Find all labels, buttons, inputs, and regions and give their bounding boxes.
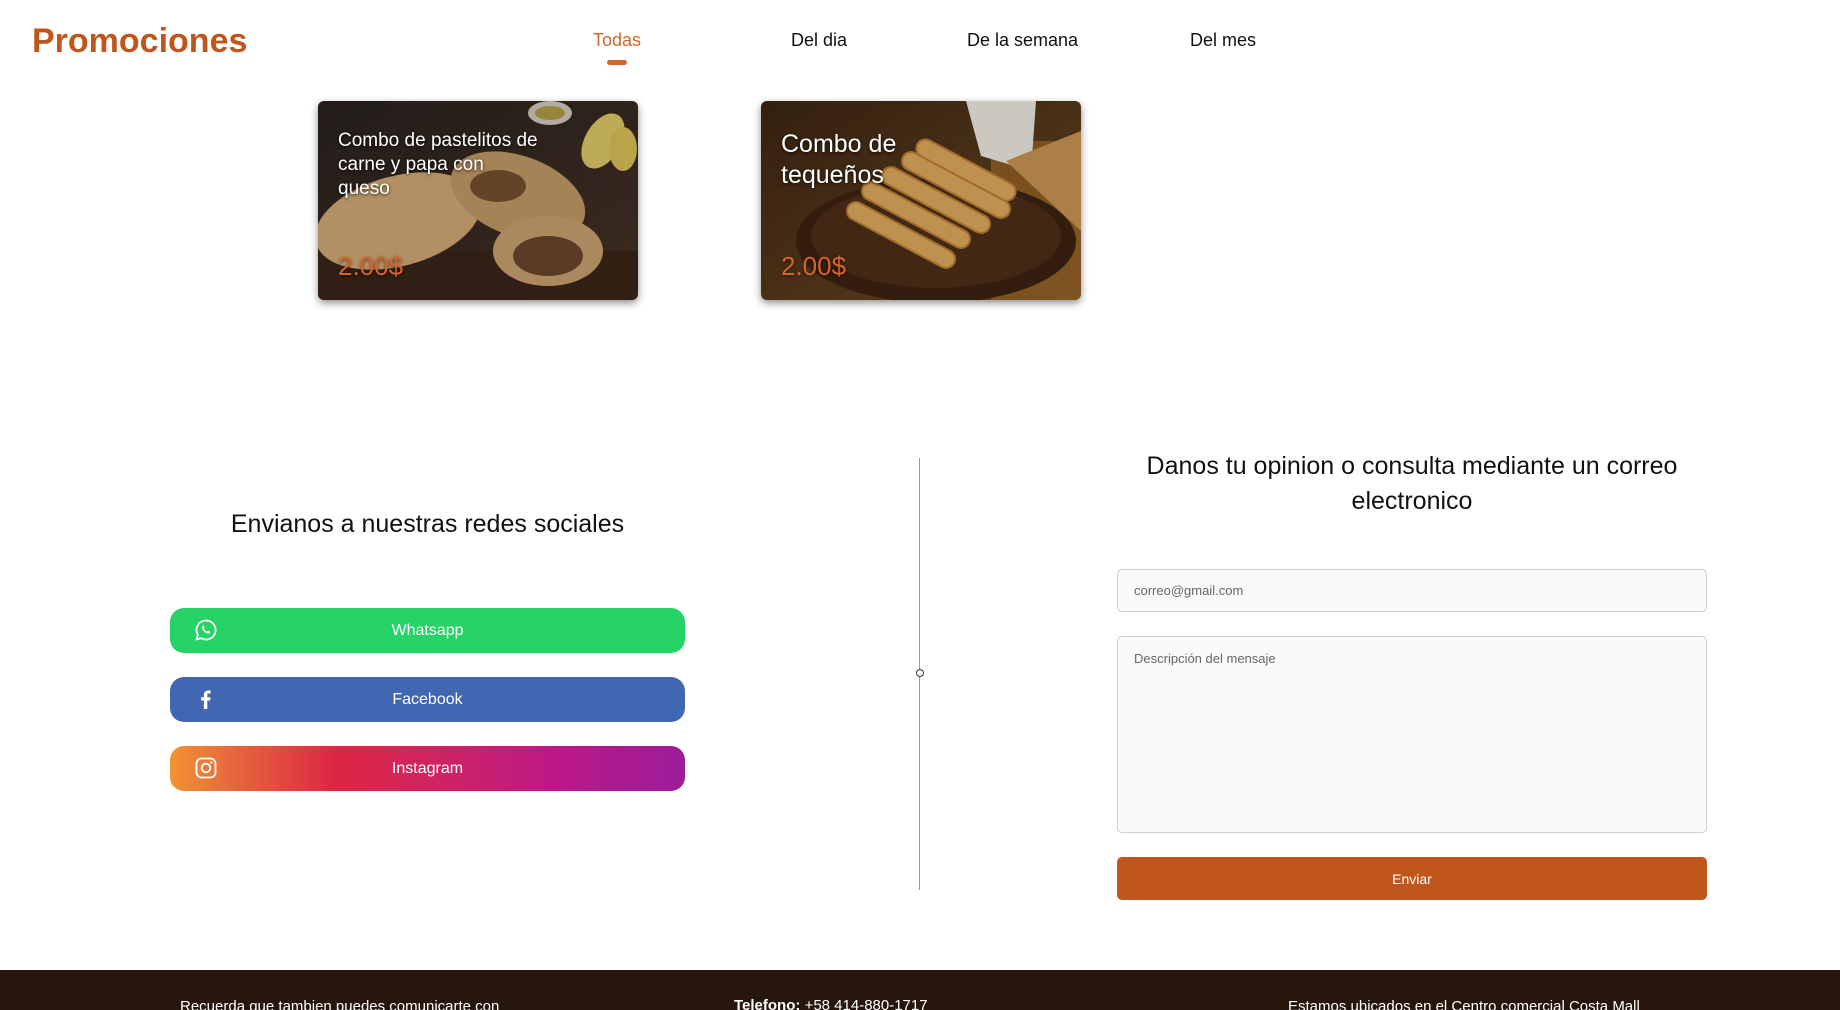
- facebook-icon: [201, 690, 211, 709]
- footer-location-text: Estamos ubicados en el Centro comercial …: [1288, 998, 1640, 1010]
- divider-dot: [916, 669, 924, 677]
- whatsapp-button[interactable]: Whatsapp: [170, 608, 685, 653]
- promo-price: 2.00$: [781, 251, 847, 281]
- footer-contact-text: Recuerda que tambien puedes comunicarte …: [180, 998, 500, 1010]
- send-button[interactable]: Enviar: [1117, 857, 1707, 900]
- promo-price: 2.00$: [338, 251, 404, 281]
- facebook-button[interactable]: Facebook: [170, 677, 685, 722]
- active-tab-indicator: [607, 60, 627, 65]
- footer: Recuerda que tambien puedes comunicarte …: [0, 970, 1840, 1010]
- tab-de-la-semana[interactable]: De la semana: [967, 30, 1078, 51]
- footer-phone: Telefono: +58 414-880-1717: [734, 997, 928, 1010]
- whatsapp-label: Whatsapp: [391, 621, 464, 639]
- promo-card-tequenos[interactable]: Combo de tequeños 2.00$: [761, 101, 1081, 300]
- message-field[interactable]: [1117, 636, 1707, 833]
- promo-tabs: Todas Del dia De la semana Del mes: [560, 30, 1320, 70]
- footer-phone-label: Telefono:: [734, 997, 801, 1010]
- footer-phone-value: +58 414-880-1717: [804, 997, 928, 1010]
- whatsapp-icon: [195, 619, 217, 641]
- promo-title: Combo de pastelitos de carne y papa con …: [338, 130, 538, 199]
- email-field[interactable]: [1117, 569, 1707, 612]
- contact-section-title: Danos tu opinion o consulta mediante un …: [1146, 452, 1678, 515]
- instagram-label: Instagram: [391, 759, 464, 777]
- instagram-button[interactable]: Instagram: [170, 746, 685, 791]
- tab-del-dia[interactable]: Del dia: [791, 30, 847, 51]
- facebook-label: Facebook: [392, 690, 463, 708]
- social-section-title: Envianos a nuestras redes sociales: [230, 510, 625, 538]
- promo-title: Combo de tequeños: [781, 130, 897, 190]
- page-title: Promociones: [32, 22, 248, 60]
- instagram-icon: [195, 757, 217, 779]
- tab-del-mes[interactable]: Del mes: [1190, 30, 1256, 51]
- tab-todas[interactable]: Todas: [593, 30, 641, 51]
- promo-card-pastelitos[interactable]: Combo de pastelitos de carne y papa con …: [318, 101, 638, 300]
